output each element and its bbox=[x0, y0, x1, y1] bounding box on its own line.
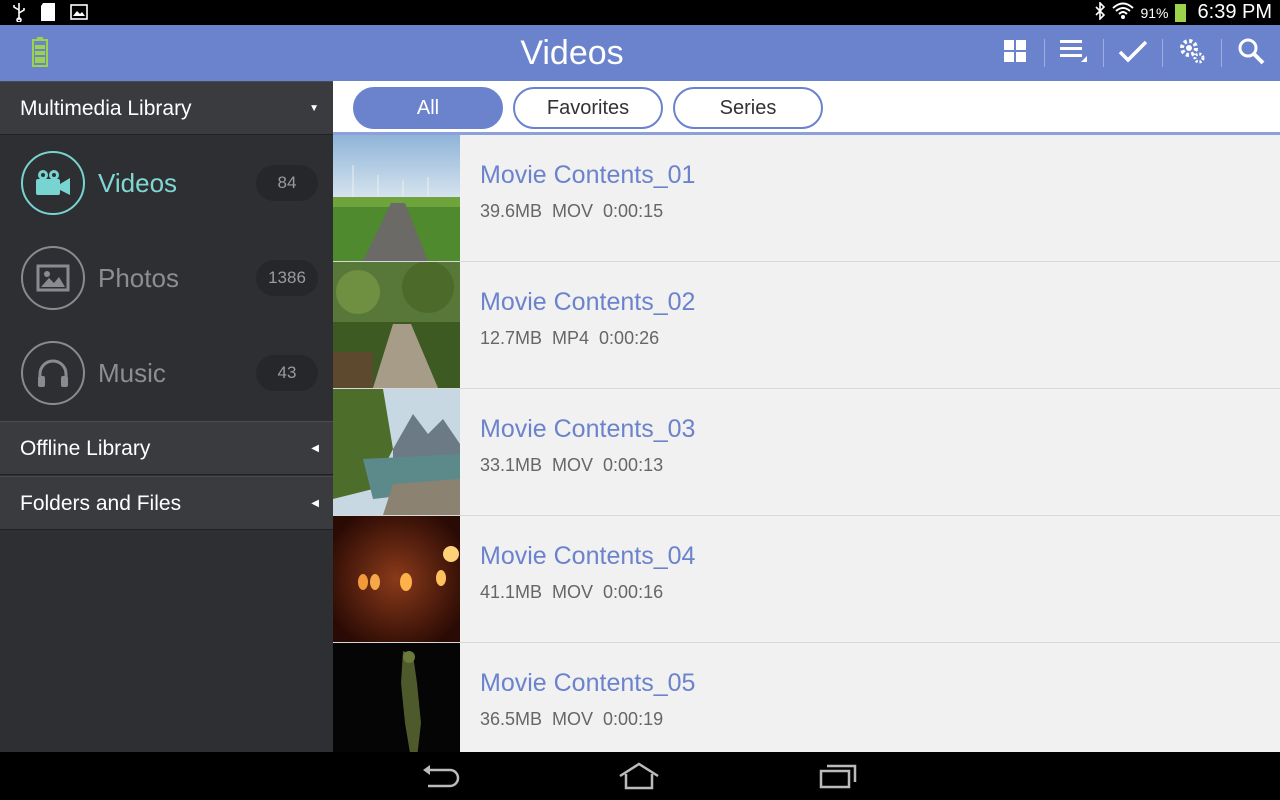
select-button[interactable] bbox=[1103, 25, 1162, 81]
item-count-badge: 84 bbox=[256, 165, 318, 201]
expand-arrow-icon: ◀ bbox=[311, 498, 319, 509]
video-list-item[interactable]: Movie Contents_02 12.7MB MP4 0:00:26 bbox=[333, 262, 1280, 389]
search-button[interactable] bbox=[1221, 25, 1280, 81]
video-title: Movie Contents_04 bbox=[480, 542, 696, 570]
photo-icon bbox=[21, 246, 85, 310]
settings-button[interactable] bbox=[1162, 25, 1221, 81]
sidebar-item-label: Videos bbox=[98, 168, 178, 198]
filter-series-button[interactable]: Series bbox=[673, 87, 823, 129]
search-icon bbox=[1237, 37, 1265, 70]
dropdown-arrow-icon: ▼ bbox=[309, 103, 319, 114]
sort-icon bbox=[1059, 38, 1089, 69]
sidebar-item-videos[interactable]: Videos 84 bbox=[0, 136, 333, 231]
sidebar: Multimedia Library ▼ Videos 84 Photos 13… bbox=[0, 81, 333, 752]
video-meta: 33.1MB MOV 0:00:13 bbox=[480, 455, 664, 475]
usb-icon bbox=[12, 2, 26, 27]
settings-icon bbox=[1178, 37, 1206, 70]
multimedia-library-header[interactable]: Multimedia Library ▼ bbox=[0, 81, 333, 135]
video-list-item[interactable]: Movie Contents_01 39.6MB MOV 0:00:15 bbox=[333, 135, 1280, 262]
video-list-item[interactable]: Movie Contents_04 41.1MB MOV 0:00:16 bbox=[333, 516, 1280, 643]
back-icon bbox=[420, 765, 460, 794]
image-notification-icon bbox=[70, 4, 88, 25]
video-thumbnail bbox=[333, 643, 460, 752]
filter-all-button[interactable]: All bbox=[353, 87, 503, 129]
sidebar-item-label: Photos bbox=[98, 263, 179, 293]
video-meta: 12.7MB MP4 0:00:26 bbox=[480, 328, 660, 348]
action-bar: Videos bbox=[0, 25, 1280, 81]
battery-icon bbox=[1174, 3, 1186, 22]
video-thumbnail bbox=[333, 516, 460, 642]
sidebar-item-photos[interactable]: Photos 1386 bbox=[0, 231, 333, 326]
wifi-icon bbox=[1112, 2, 1135, 23]
home-button[interactable] bbox=[618, 762, 659, 790]
headphones-icon bbox=[21, 341, 85, 405]
video-title: Movie Contents_01 bbox=[480, 161, 696, 189]
video-list: Movie Contents_01 39.6MB MOV 0:00:15 Mov… bbox=[333, 135, 1280, 752]
status-bar: 91% 6:39 PM bbox=[0, 0, 1280, 25]
sort-button[interactable] bbox=[1044, 25, 1103, 81]
expand-arrow-icon: ◀ bbox=[311, 443, 319, 454]
video-meta: 36.5MB MOV 0:00:19 bbox=[480, 709, 664, 729]
select-check-icon bbox=[1118, 39, 1148, 68]
folders-and-files-header[interactable]: Folders and Files ◀ bbox=[0, 476, 333, 530]
page-title: Videos bbox=[520, 34, 624, 72]
sd-card-icon bbox=[40, 2, 56, 27]
sidebar-item-music[interactable]: Music 43 bbox=[0, 326, 333, 421]
video-thumbnail bbox=[333, 389, 460, 515]
item-count-badge: 43 bbox=[256, 355, 318, 391]
bluetooth-icon bbox=[1094, 1, 1106, 23]
recent-apps-button[interactable] bbox=[818, 762, 858, 790]
video-thumbnail bbox=[333, 262, 460, 388]
sidebar-section-label: Folders and Files bbox=[20, 492, 182, 515]
video-camera-icon bbox=[21, 151, 85, 215]
home-icon bbox=[618, 762, 660, 794]
clock: 6:39 PM bbox=[1197, 1, 1272, 23]
back-button[interactable] bbox=[420, 762, 460, 790]
system-nav-bar bbox=[0, 752, 1280, 800]
battery-percent: 91% bbox=[1140, 4, 1169, 21]
video-title: Movie Contents_05 bbox=[480, 669, 696, 697]
grid-view-icon bbox=[1003, 39, 1027, 68]
video-list-item[interactable]: Movie Contents_05 36.5MB MOV 0:00:19 bbox=[333, 643, 1280, 752]
video-meta: 39.6MB MOV 0:00:15 bbox=[480, 201, 664, 221]
filter-favorites-button[interactable]: Favorites bbox=[513, 87, 663, 129]
video-title: Movie Contents_03 bbox=[480, 415, 696, 443]
video-meta: 41.1MB MOV 0:00:16 bbox=[480, 582, 664, 602]
offline-library-header[interactable]: Offline Library ◀ bbox=[0, 421, 333, 475]
grid-view-button[interactable] bbox=[985, 25, 1044, 81]
item-count-badge: 1386 bbox=[256, 260, 318, 296]
sidebar-item-label: Music bbox=[98, 358, 166, 388]
video-list-panel: All Favorites Series Movie Contents_01 3… bbox=[333, 81, 1280, 752]
video-title: Movie Contents_02 bbox=[480, 288, 696, 316]
sidebar-section-label: Offline Library bbox=[20, 437, 151, 460]
video-thumbnail bbox=[333, 135, 460, 261]
sidebar-header-label: Multimedia Library bbox=[20, 97, 192, 120]
video-list-item[interactable]: Movie Contents_03 33.1MB MOV 0:00:13 bbox=[333, 389, 1280, 516]
filter-bar: All Favorites Series bbox=[333, 81, 1280, 135]
recent-apps-icon bbox=[818, 764, 858, 794]
